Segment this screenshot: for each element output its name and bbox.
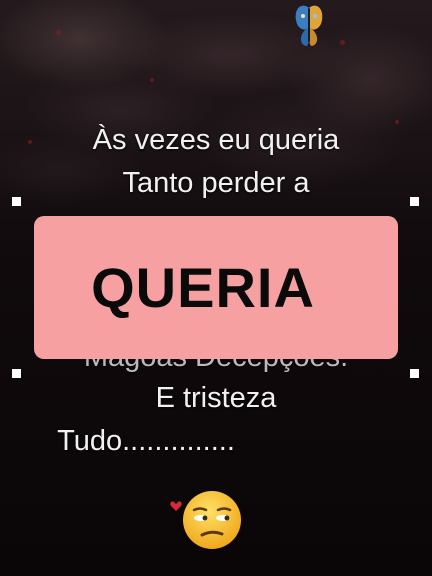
text-sticker-overlay[interactable]: QUERIA [34, 216, 398, 359]
resize-handle-bottom-right[interactable] [410, 369, 419, 378]
resize-handle-top-right[interactable] [410, 197, 419, 206]
caption-line: E tristeza [155, 382, 277, 414]
ember-decoration [56, 30, 61, 35]
resize-handle-top-left[interactable] [12, 197, 21, 206]
butterfly-icon [295, 5, 323, 46]
ember-decoration [340, 40, 345, 45]
caption-line: Às vezes eu queria [92, 124, 340, 156]
sticker-label: QUERIA [91, 256, 315, 319]
caption-line: Tudo.............. [57, 425, 235, 457]
caption-line: Tanto perder a [122, 167, 310, 199]
resize-handle-bottom-left[interactable] [12, 369, 21, 378]
video-frame: Às vezes eu queria Tanto perder a Mágoas… [0, 0, 432, 576]
unamused-face-emoji [183, 491, 241, 549]
ember-decoration [150, 78, 154, 82]
